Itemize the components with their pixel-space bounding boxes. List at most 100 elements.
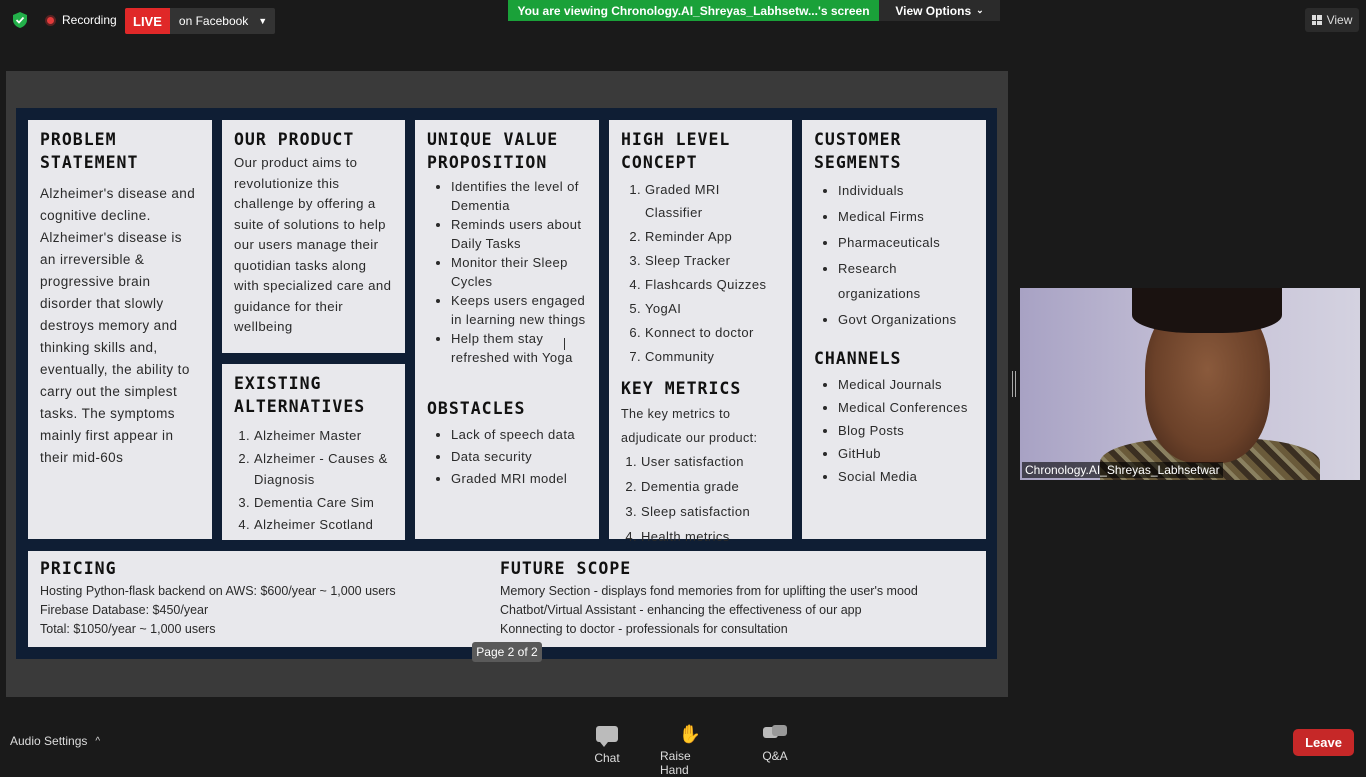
shield-check-icon[interactable]: [11, 11, 29, 29]
list-item: Graded MRI model: [451, 468, 587, 489]
list-item: YogAI: [645, 297, 780, 320]
problem-statement-card: PROBLEM STATEMENT Alzheimer's disease an…: [28, 120, 212, 539]
chat-button[interactable]: Chat: [594, 723, 620, 765]
list-item: Medical Firms: [838, 204, 974, 229]
list-item: Flashcards Quizzes: [645, 273, 780, 296]
participant-name-label: Chronology.AI_Shreyas_Labhsetwar: [1022, 462, 1223, 478]
list-item: Dementia grade: [641, 475, 780, 499]
pricing-section: PRICING Hosting Python-flask backend on …: [40, 559, 396, 639]
recording-indicator[interactable]: Recording: [45, 13, 117, 27]
pricing-line: Total: $1050/year ~ 1,000 users: [40, 622, 216, 636]
hlc-title: HIGH LEVEL CONCEPT: [621, 130, 731, 172]
list-item: Reminder App: [645, 225, 780, 248]
list-item: Alzheimer Master: [254, 425, 393, 447]
pricing-title: PRICING: [40, 559, 117, 578]
list-item: Sleep Tracker: [645, 249, 780, 272]
list-item: Individuals: [838, 178, 974, 203]
chat-bubble-icon: [596, 726, 618, 747]
pricing-line: Hosting Python-flask backend on AWS: $60…: [40, 584, 396, 598]
list-item: Research organizations: [838, 256, 974, 306]
existing-list: Alzheimer Master Alzheimer - Causes & Di…: [234, 425, 393, 536]
participant-video[interactable]: [1020, 288, 1360, 480]
list-item: Govt Organizations: [838, 307, 974, 332]
list-item: Reminds users about Daily Tasks: [451, 216, 587, 253]
hlc-list: Graded MRI Classifier Reminder App Sleep…: [621, 178, 780, 368]
list-item: Sleep satisfaction: [641, 500, 780, 524]
view-options-label: View Options: [895, 3, 972, 18]
future-title: FUTURE SCOPE: [500, 559, 632, 578]
qa-label: Q&A: [762, 749, 788, 763]
recording-label: Recording: [62, 13, 117, 27]
existing-title: EXISTING ALTERNATIVES: [234, 374, 366, 416]
our-product-card: OUR PRODUCT Our product aims to revoluti…: [222, 120, 405, 353]
audio-settings-button[interactable]: Audio Settings ^: [10, 734, 100, 748]
list-item: Medical Journals: [838, 374, 974, 396]
channels-title: CHANNELS: [814, 349, 902, 368]
future-line: Chatbot/Virtual Assistant - enhancing th…: [500, 603, 862, 617]
key-metrics-title: KEY METRICS: [621, 379, 742, 398]
product-title: OUR PRODUCT: [234, 130, 355, 149]
qa-button[interactable]: Q&A: [761, 723, 789, 763]
leave-button[interactable]: Leave: [1293, 729, 1354, 756]
caret-down-icon: ▼: [258, 16, 268, 26]
view-options-button[interactable]: View Options ⌄: [879, 0, 1000, 21]
list-item: Monitor their Sleep Cycles: [451, 254, 587, 291]
existing-alternatives-card: EXISTING ALTERNATIVES Alzheimer Master A…: [222, 364, 405, 540]
video-hair: [1132, 288, 1282, 333]
list-item: Social Media: [838, 466, 974, 488]
meeting-top-bar: Recording LIVE on Facebook ▼ You are vie…: [0, 0, 1366, 44]
pricing-future-card: PRICING Hosting Python-flask backend on …: [28, 551, 986, 647]
audio-settings-label: Audio Settings: [10, 734, 88, 748]
list-item: Alzheimer - Causes & Diagnosis: [254, 448, 393, 491]
list-item: User satisfaction: [641, 450, 780, 474]
high-level-concept-card: HIGH LEVEL CONCEPT Graded MRI Classifier…: [609, 120, 792, 544]
list-item: Konnect to doctor: [645, 321, 780, 344]
key-metrics-intro: The key metrics to adjudicate our produc…: [621, 407, 758, 445]
list-item: Graded MRI Classifier: [645, 178, 780, 224]
raise-hand-button[interactable]: ✋ Raise Hand: [660, 723, 720, 777]
hand-icon: ✋: [678, 724, 702, 744]
list-item: Pharmaceuticals: [838, 230, 974, 255]
list-item: Lack of speech data: [451, 424, 587, 445]
list-item: Dementia Care Sim: [254, 492, 393, 514]
obstacles-list: Lack of speech data Data security Graded…: [427, 424, 587, 489]
chat-label: Chat: [594, 751, 620, 765]
list-item: Blog Posts: [838, 420, 974, 442]
chevron-up-icon: ^: [95, 735, 101, 747]
uvp-title: UNIQUE VALUE PROPOSITION: [427, 130, 559, 172]
list-item: Alzheimer Scotland: [254, 514, 393, 536]
list-item: Identifies the level of Dementia: [451, 178, 587, 215]
future-scope-section: FUTURE SCOPE Memory Section - displays f…: [500, 559, 918, 639]
customer-segments-card: CUSTOMER SEGMENTS Individuals Medical Fi…: [802, 120, 986, 539]
viewing-banner: You are viewing Chronology.AI_Shreyas_La…: [508, 0, 879, 21]
pricing-line: Firebase Database: $450/year: [40, 603, 209, 617]
chevron-down-icon: ⌄: [976, 5, 984, 15]
problem-title: PROBLEM STATEMENT: [40, 130, 139, 172]
list-item: Medical Conferences: [838, 397, 974, 419]
live-badge: LIVE: [125, 8, 170, 34]
list-item: Keeps users engaged in learning new thin…: [451, 292, 587, 329]
live-stream-control[interactable]: LIVE on Facebook ▼: [125, 8, 276, 34]
live-target-label: on Facebook: [178, 14, 249, 28]
future-line: Konnecting to doctor - professionals for…: [500, 622, 788, 636]
qa-bubbles-icon: [763, 725, 787, 743]
unique-value-proposition-card: UNIQUE VALUE PROPOSITION Identifies the …: [415, 120, 599, 539]
problem-text: Alzheimer's disease and cognitive declin…: [40, 186, 196, 465]
meeting-toolbar: Audio Settings ^ Chat ✋ Raise Hand Q&A L…: [0, 715, 1366, 777]
view-button[interactable]: View: [1305, 8, 1359, 32]
list-item: Help them stay refreshed with Yoga: [451, 330, 587, 367]
key-metrics-list: User satisfaction Dementia grade Sleep s…: [621, 450, 780, 549]
record-dot-icon: [45, 14, 56, 26]
customers-list: Individuals Medical Firms Pharmaceutical…: [814, 178, 974, 332]
page-indicator: Page 2 of 2: [472, 642, 542, 662]
view-button-label: View: [1326, 13, 1353, 27]
list-item: Community: [645, 345, 780, 368]
channels-list: Medical Journals Medical Conferences Blo…: [814, 374, 974, 488]
grid-icon: [1311, 15, 1322, 25]
uvp-list: Identifies the level of Dementia Reminds…: [427, 178, 587, 367]
text-cursor-icon: [564, 338, 566, 350]
raise-hand-label: Raise Hand: [660, 749, 691, 777]
list-item: Data security: [451, 446, 587, 467]
panel-resize-handle[interactable]: [1012, 371, 1016, 397]
live-target-dropdown[interactable]: on Facebook ▼: [170, 8, 275, 34]
